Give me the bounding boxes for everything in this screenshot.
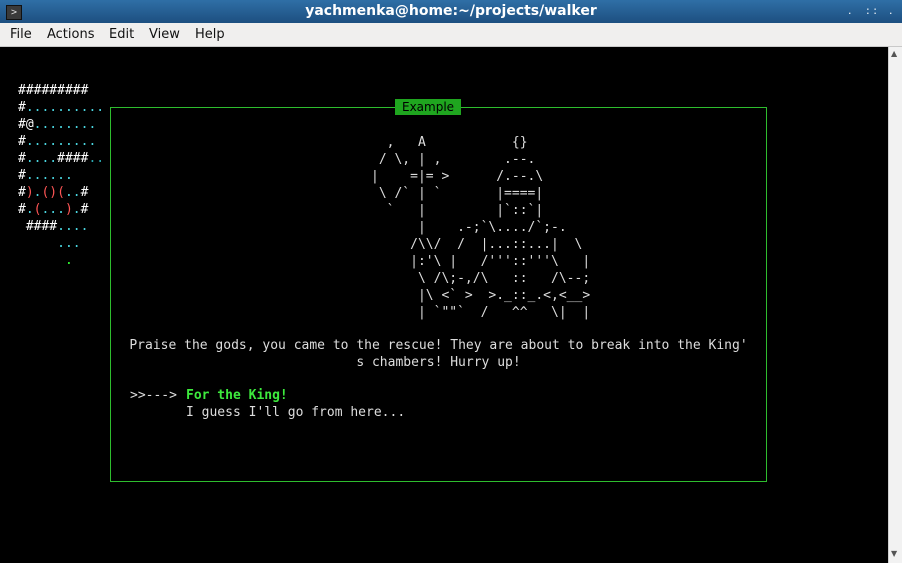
option-selector: >>---> (130, 388, 177, 403)
map-row: . (18, 253, 73, 268)
window-title: yachmenka@home:~/projects/walker (305, 3, 597, 19)
scroll-up-icon[interactable]: ▲ (891, 49, 897, 58)
map-row: #@........ (18, 117, 97, 132)
ascii-art-line: / \, | , .--. (371, 152, 536, 167)
maximize-button[interactable]: : : (866, 4, 877, 17)
option-go-from-here[interactable]: I guess I'll go from here... (186, 405, 405, 420)
map-row: #......... (18, 134, 97, 149)
ascii-art-line: |\ <` > >._::_.<,<__> (371, 288, 591, 303)
menu-actions[interactable]: Actions (47, 27, 95, 42)
dialog-message-line-1: Praise the gods, you came to the rescue!… (129, 338, 748, 353)
menu-bar: File Actions Edit View Help (0, 23, 902, 47)
map-row: #).()(..# (18, 185, 89, 200)
option-for-the-king[interactable]: For the King! (186, 388, 288, 403)
scroll-down-icon[interactable]: ▼ (891, 549, 897, 558)
map-row: #...... (18, 168, 73, 183)
ascii-art-line: | .-;`\..../`;-. (371, 220, 567, 235)
menu-file[interactable]: File (10, 27, 32, 42)
terminal-area[interactable]: ######### #.......... #@........ #.........… (0, 47, 888, 563)
map-row: #.......... (18, 100, 105, 115)
close-button[interactable]: . (889, 4, 893, 17)
map-row: ####.... (18, 219, 89, 234)
map-row: ######### (18, 83, 89, 98)
map-row: #.(...).# (18, 202, 89, 217)
dialog-message-line-2: s chambers! Hurry up! (356, 355, 521, 370)
ascii-art-line: \ /\;-,/\ :: /\--; (371, 271, 591, 286)
menu-edit[interactable]: Edit (109, 27, 134, 42)
map-row: #....####.. (18, 151, 105, 166)
ascii-art-line: ` | |`::`| (371, 203, 544, 218)
ascii-art-line: /\\/ / |...::...| \ (371, 237, 583, 252)
dialog-box: Example , A {} / \, | , .--. | =|= > /.--… (110, 99, 767, 482)
ascii-art-line: |:'\ | /'''::'''\ | (371, 254, 591, 269)
scrollbar[interactable]: ▲ ▼ (888, 47, 902, 563)
window-titlebar: > yachmenka@home:~/projects/walker . : :… (0, 0, 902, 23)
ascii-art-line: , A {} (371, 135, 528, 150)
minimize-button[interactable]: . (848, 4, 852, 17)
menu-help[interactable]: Help (195, 27, 225, 42)
map-row: ... (18, 236, 81, 251)
dialog-title: Example (395, 99, 462, 115)
ascii-art-line: \ /` | ` |====| (371, 186, 544, 201)
ascii-art-line: | =|= > /.--.\ (371, 169, 544, 184)
menu-view[interactable]: View (149, 27, 180, 42)
ascii-art-line: | `""` / ^^ \| | (371, 305, 591, 320)
